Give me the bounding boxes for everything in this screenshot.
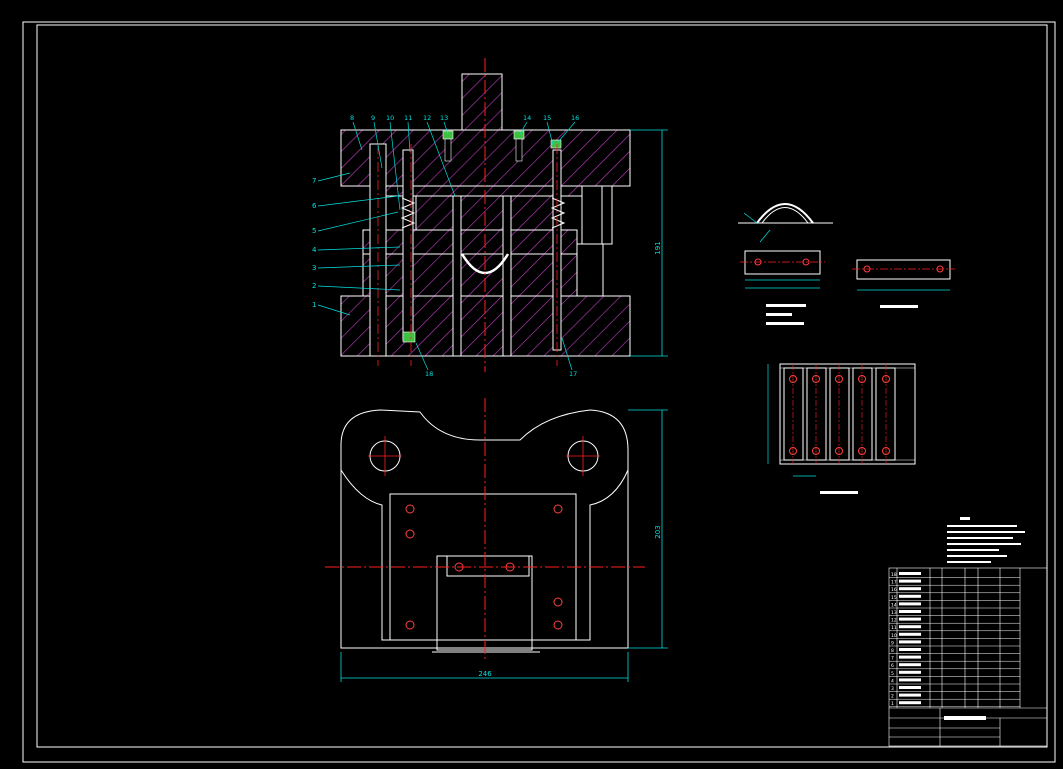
title-block-row-text [899,610,921,613]
title-block-row-number: 10 [891,633,897,639]
title-block-row-text [899,602,921,606]
title-block-row-text [899,594,921,598]
front-height-dim: 191 [654,241,662,254]
title-block-row-text [899,587,921,591]
part-detail [738,203,955,325]
title-block-row-text [899,686,921,689]
technical-notes [947,517,1025,563]
title-block-row-number: 12 [891,618,897,624]
title-block-row-text [899,693,921,697]
title-block-row-text [899,655,921,659]
title-block-row-number: 6 [891,663,894,669]
part-label: 1 [312,301,316,309]
strip-layout [767,363,916,494]
part-label: 16 [571,114,579,122]
title-block-row-text [899,640,921,644]
title-block-row-number: 14 [891,602,897,608]
part-label: 17 [569,370,577,378]
title-block-row-text [899,617,921,621]
title-block-row-number: 2 [891,694,894,700]
part-label: 12 [423,114,431,122]
title-block-row-text [899,670,921,674]
part-label: 14 [523,114,531,122]
title-block-row-number: 1 [891,701,894,707]
part-label: 7 [312,177,316,185]
title-block-row-text [899,678,921,682]
title-block-row-number: 18 [891,572,897,578]
title-block-row-number: 11 [891,625,897,631]
title-block-row-text [899,701,921,705]
title-block-rows: 18 1716 1514 13 1211 109 8 76 54 3 21 [889,572,1020,707]
part-label: 5 [312,227,316,235]
part-label: 11 [404,114,412,122]
title-block-row-number: 8 [891,648,894,654]
title-block-row-text [899,579,921,583]
title-block-row-number: 13 [891,610,897,616]
title-block-row-number: 5 [891,671,894,677]
title-block-row-number: 17 [891,580,897,586]
part-label: 8 [350,114,354,122]
drawing-title-bar [944,716,986,720]
title-block-row-text [899,663,921,667]
plan-width-dim: 246 [478,670,492,678]
part-label: 3 [312,264,316,272]
title-block-row-text [899,632,921,636]
title-block-row-number: 3 [891,686,894,692]
title-block-row-number: 16 [891,587,897,593]
title-block-row-number: 15 [891,595,897,601]
title-block-row-number: 7 [891,656,894,662]
part-label: 15 [543,114,551,122]
title-block-row-text [899,572,921,575]
part-label: 9 [371,114,375,122]
title-block-row-text [899,648,921,651]
title-block-row-number: 4 [891,678,894,684]
part-label: 13 [440,114,448,122]
part-label: 2 [312,282,316,290]
plan-view: 203 246 [325,398,668,682]
part-label: 18 [425,370,433,378]
title-block-row-text [899,625,921,629]
plan-height-dim: 203 [654,525,662,538]
title-block-row-number: 9 [891,640,894,646]
section-view: 191 [340,58,668,372]
cad-drawing-sheet: 191 7 6 5 4 3 2 1 8 9 10 11 12 13 14 15 … [22,21,1056,763]
part-label: 6 [312,202,317,210]
part-label: 10 [386,114,394,122]
part-label: 4 [312,246,317,254]
